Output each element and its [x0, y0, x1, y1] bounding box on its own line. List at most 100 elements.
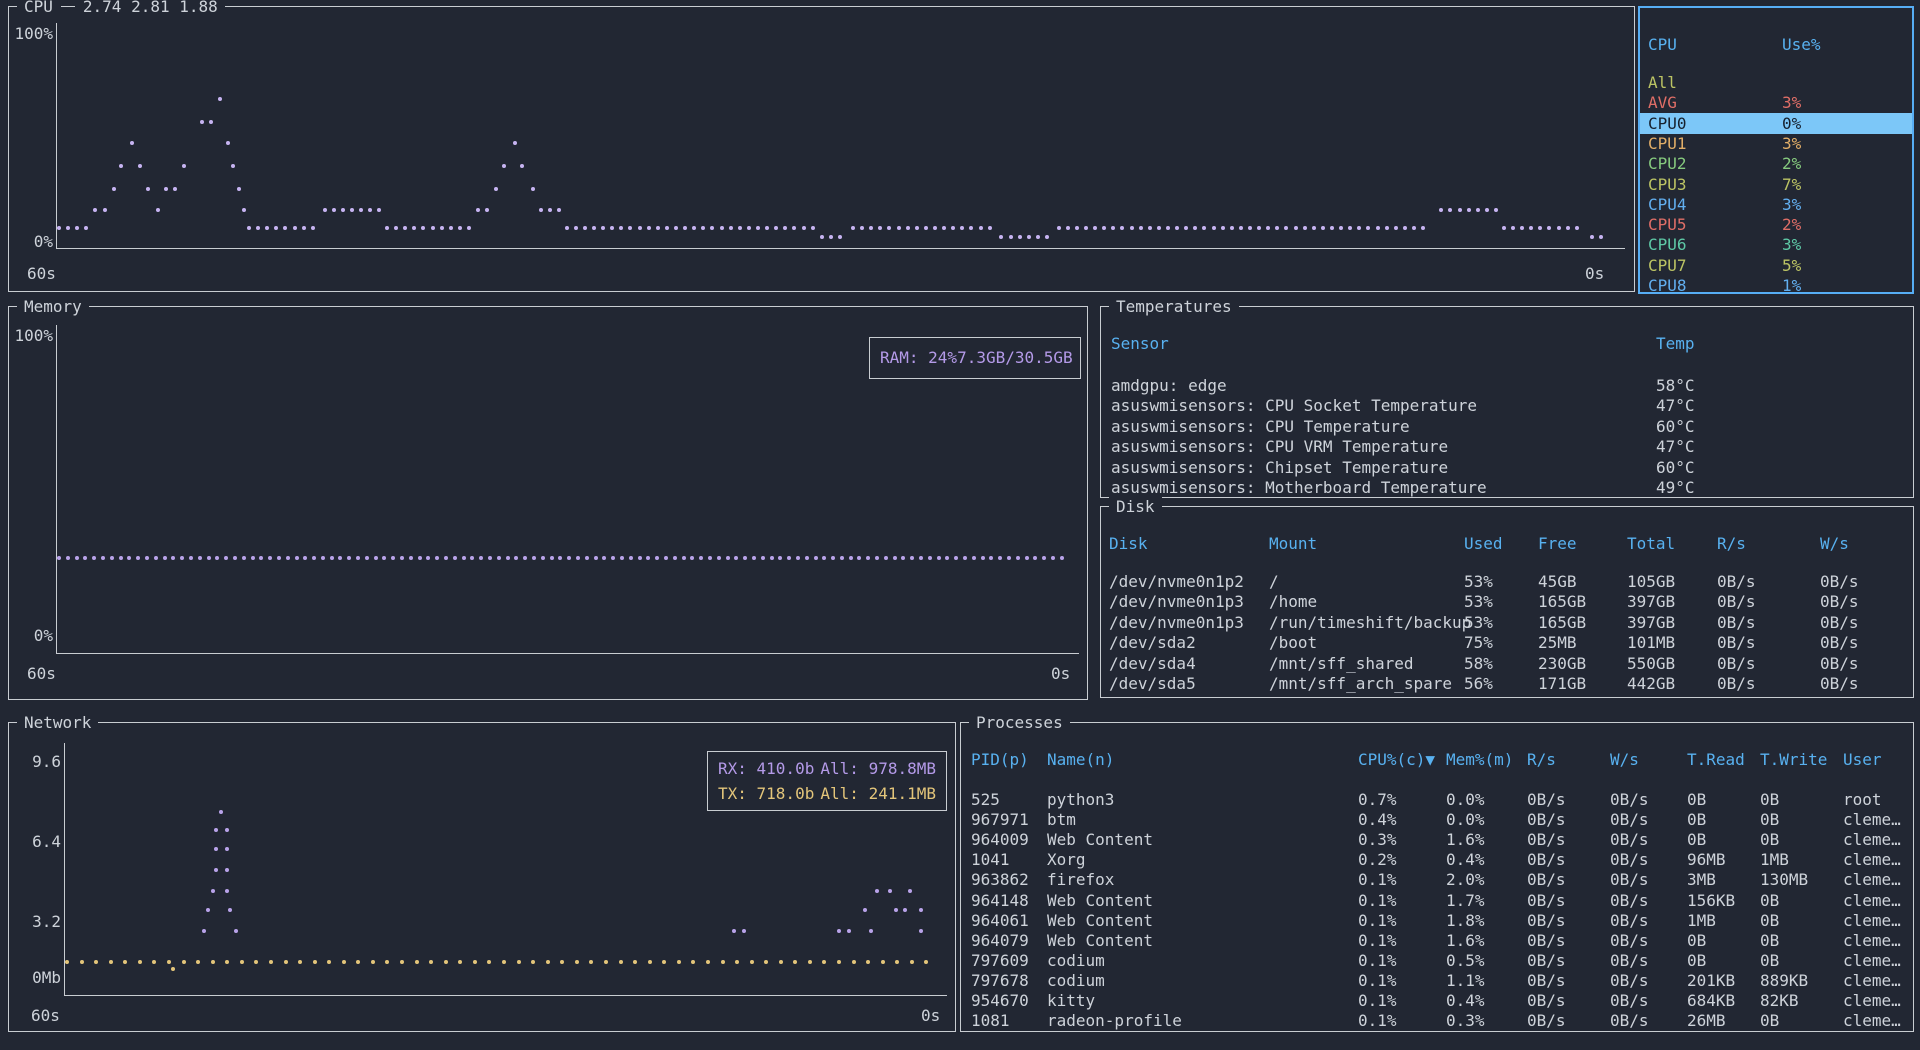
chart-dot — [1060, 556, 1064, 560]
temperature-row: asuswmisensors: Chipset Temperature60°C — [1101, 457, 1913, 478]
chart-dot — [1357, 226, 1361, 230]
process-row[interactable]: 954670kitty0.1%0.4%0B/s0B/s684KB82KBclem… — [961, 990, 1913, 1011]
process-row[interactable]: 1041Xorg0.2%0.4%0B/s0B/s96MB1MBcleme… — [961, 849, 1913, 870]
cpu-core-row[interactable]: CPU22% — [1640, 153, 1912, 174]
cell: 0B/s — [1717, 571, 1756, 592]
chart-dot — [479, 556, 483, 560]
cpu-core-row[interactable]: CPU81% — [1640, 275, 1912, 292]
chart-dot — [1520, 226, 1524, 230]
cell: 0B — [1760, 1010, 1779, 1031]
chart-dot — [778, 556, 782, 560]
process-rows: 525python30.7%0.0%0B/s0B/s0B0Broot967971… — [961, 723, 1913, 1031]
chart-dot — [820, 235, 824, 239]
cpu-core-row[interactable]: CPU52% — [1640, 214, 1912, 235]
chart-dot — [286, 556, 290, 560]
cpu-core-row[interactable]: CPU63% — [1640, 234, 1912, 255]
chart-dot — [924, 960, 928, 964]
cell: 0B — [1687, 809, 1706, 830]
chart-dot — [822, 556, 826, 560]
chart-dot — [888, 889, 892, 893]
cell: CPU7 — [1648, 255, 1687, 276]
cell: 3% — [1782, 194, 1801, 215]
chart-dot — [265, 226, 269, 230]
process-row[interactable]: 964079Web Content0.1%1.6%0B/s0B/s0B0Bcle… — [961, 930, 1913, 951]
chart-dot — [347, 556, 351, 560]
chart-dot — [1557, 226, 1561, 230]
chart-dot — [1230, 226, 1234, 230]
cell: 1.8% — [1446, 910, 1485, 931]
cell: 0B/s — [1527, 990, 1566, 1011]
chart-dot — [1042, 556, 1046, 560]
cell: 0.0% — [1446, 789, 1485, 810]
chart-dot — [57, 556, 61, 560]
ram-legend-box: RAM: 24% 7.3GB/30.5GB — [869, 337, 1081, 379]
chart-dot — [893, 556, 897, 560]
chart-dot — [735, 960, 739, 964]
process-row[interactable]: 964009Web Content0.3%1.6%0B/s0B/s0B0Bcle… — [961, 829, 1913, 850]
process-row[interactable]: 964061Web Content0.1%1.8%0B/s0B/s1MB0Bcl… — [961, 910, 1913, 931]
chart-dot — [677, 960, 681, 964]
chart-dot — [1111, 226, 1115, 230]
chart-dot — [808, 960, 812, 964]
cell: /home — [1269, 591, 1317, 612]
chart-dot — [156, 208, 160, 212]
cell: 0B/s — [1527, 910, 1566, 931]
chart-dot — [673, 556, 677, 560]
cpu-core-row[interactable]: CPU37% — [1640, 174, 1912, 195]
chart-dot — [937, 556, 941, 560]
cell: 0B/s — [1610, 849, 1649, 870]
process-row[interactable]: 797678codium0.1%1.1%0B/s0B/s201KB889KBcl… — [961, 970, 1913, 991]
cpu-core-row[interactable]: CPU75% — [1640, 255, 1912, 276]
process-row[interactable]: 1081radeon-profile0.1%0.3%0B/s0B/s26MB0B… — [961, 1010, 1913, 1031]
chart-dot — [567, 556, 571, 560]
cpu-core-row[interactable]: All — [1640, 72, 1912, 93]
cell: 0B/s — [1820, 653, 1859, 674]
cpu-core-row[interactable]: AVG3% — [1640, 92, 1912, 113]
cell: CPU0 — [1648, 113, 1687, 134]
disk-row: /dev/nvme0n1p3/home53%165GB397GB0B/s0B/s — [1101, 591, 1913, 612]
chart-dot — [805, 556, 809, 560]
cell: 0.1% — [1358, 930, 1397, 951]
chart-dot — [734, 556, 738, 560]
chart-dot — [470, 556, 474, 560]
chart-dot — [225, 828, 229, 832]
chart-dot — [919, 929, 923, 933]
cell: CPU8 — [1648, 275, 1687, 292]
rx-total: All: 978.8MB — [820, 756, 936, 781]
cell: 0.1% — [1358, 890, 1397, 911]
process-row[interactable]: 525python30.7%0.0%0B/s0B/s0B0Broot — [961, 789, 1913, 810]
cell: 0B/s — [1820, 632, 1859, 653]
chart-dot — [211, 960, 215, 964]
cpu-core-row[interactable]: CPU13% — [1640, 133, 1912, 154]
process-row[interactable]: 963862firefox0.1%2.0%0B/s0B/s3MB130MBcle… — [961, 869, 1913, 890]
chart-dot — [57, 226, 61, 230]
cell: 201KB — [1687, 970, 1735, 991]
chart-dot — [924, 226, 928, 230]
cell: radeon-profile — [1047, 1010, 1182, 1031]
chart-dot — [327, 960, 331, 964]
chart-dot — [127, 556, 131, 560]
tx-current: TX: 718.0b — [718, 781, 814, 806]
chart-dot — [601, 226, 605, 230]
process-row[interactable]: 797609codium0.1%0.5%0B/s0B/s0B0Bcleme… — [961, 950, 1913, 971]
chart-dot — [523, 556, 527, 560]
cpu-core-row[interactable]: CPU43% — [1640, 194, 1912, 215]
process-row[interactable]: 964148Web Content0.1%1.7%0B/s0B/s156KB0B… — [961, 890, 1913, 911]
chart-dot — [274, 226, 278, 230]
cpu-core-row[interactable]: CPU00% — [1640, 113, 1912, 134]
chart-dot — [473, 960, 477, 964]
chart-dot — [138, 164, 142, 168]
cell: firefox — [1047, 869, 1114, 890]
chart-dot — [656, 226, 660, 230]
chart-dot — [726, 556, 730, 560]
chart-dot — [75, 226, 79, 230]
chart-dot — [1045, 235, 1049, 239]
chart-dot — [1485, 208, 1489, 212]
cell: 964009 — [971, 829, 1029, 850]
cell: kitty — [1047, 990, 1095, 1011]
process-row[interactable]: 967971btm0.4%0.0%0B/s0B/s0B0Bcleme… — [961, 809, 1913, 830]
chart-dot — [421, 226, 425, 230]
chart-dot — [638, 556, 642, 560]
chart-dot — [919, 556, 923, 560]
chart-dot — [502, 164, 506, 168]
